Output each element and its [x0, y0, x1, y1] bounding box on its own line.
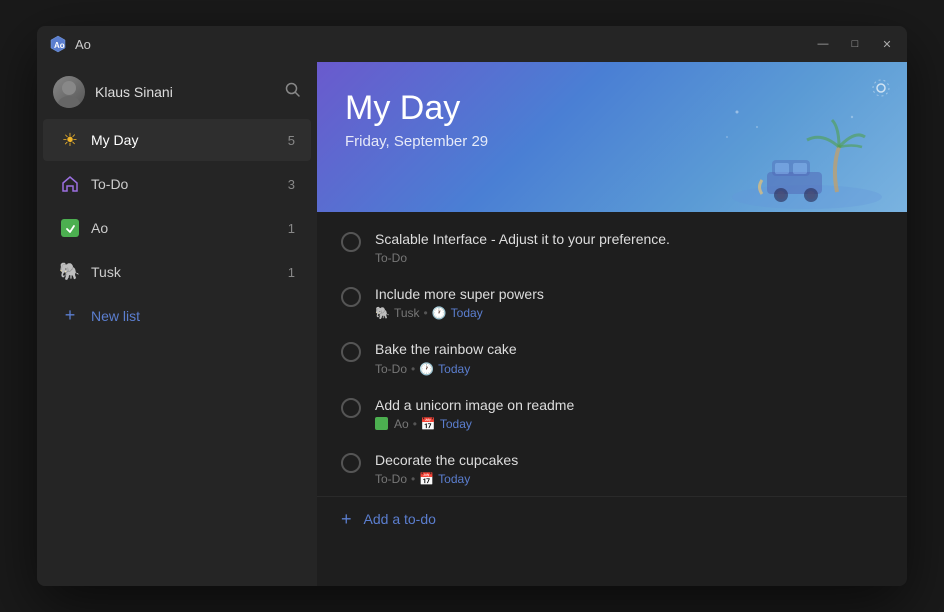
- task-content: Scalable Interface - Adjust it to your p…: [375, 230, 883, 265]
- clock-icon: 🕐: [432, 306, 447, 320]
- main-content: My Day Friday, September 29: [317, 62, 907, 586]
- task-item[interactable]: Decorate the cupcakes To-Do • 📅 Today: [317, 441, 907, 496]
- elephant-icon: 🐘: [59, 261, 81, 283]
- task-content: Decorate the cupcakes To-Do • 📅 Today: [375, 451, 883, 486]
- avatar: [53, 76, 85, 108]
- clock-icon: 🕐: [419, 362, 434, 376]
- task-content: Bake the rainbow cake To-Do • 🕐 Today: [375, 340, 883, 375]
- tasks-list: Scalable Interface - Adjust it to your p…: [317, 212, 907, 586]
- ao-check-icon: [59, 217, 81, 239]
- brightness-icon[interactable]: [869, 76, 893, 106]
- titlebar: Ao Ao — □ ✕: [37, 26, 907, 62]
- sun-icon: ☀: [59, 129, 81, 151]
- sidebar-tusk-label: Tusk: [91, 264, 278, 280]
- add-todo-button[interactable]: + Add a to-do: [317, 496, 907, 542]
- new-list-button[interactable]: + New list: [43, 295, 311, 336]
- user-name: Klaus Sinani: [95, 84, 275, 100]
- task-checkbox[interactable]: [341, 398, 361, 418]
- app-logo-icon: Ao: [49, 35, 67, 53]
- scene-illustration: [707, 92, 887, 212]
- search-icon[interactable]: [285, 82, 301, 103]
- task-list-name: To-Do: [375, 472, 407, 486]
- home-icon: [59, 173, 81, 195]
- user-profile[interactable]: Klaus Sinani: [37, 66, 317, 118]
- task-content: Add a unicorn image on readme Ao • 📅 Tod…: [375, 396, 883, 431]
- task-title: Include more super powers: [375, 285, 883, 303]
- task-item[interactable]: Scalable Interface - Adjust it to your p…: [317, 220, 907, 275]
- header-banner: My Day Friday, September 29: [317, 62, 907, 212]
- svg-text:Ao: Ao: [54, 41, 65, 50]
- task-title: Bake the rainbow cake: [375, 340, 883, 358]
- task-due-today: Today: [438, 472, 470, 486]
- task-checkbox[interactable]: [341, 453, 361, 473]
- task-item[interactable]: Add a unicorn image on readme Ao • 📅 Tod…: [317, 386, 907, 441]
- task-title: Add a unicorn image on readme: [375, 396, 883, 414]
- calendar-icon: 📅: [421, 417, 436, 431]
- window-controls: — □ ✕: [815, 38, 895, 51]
- task-item[interactable]: Include more super powers 🐘 Tusk • 🕐 Tod…: [317, 275, 907, 330]
- task-meta: Ao • 📅 Today: [375, 417, 883, 431]
- sidebar-ao-label: Ao: [91, 220, 278, 236]
- new-list-label: New list: [91, 308, 140, 324]
- task-list-name: Ao: [394, 417, 409, 431]
- ao-check-small-icon: [375, 417, 388, 430]
- close-button[interactable]: ✕: [879, 38, 895, 51]
- task-list-name: To-Do: [375, 251, 407, 265]
- sidebar-item-ao[interactable]: Ao 1: [43, 207, 311, 249]
- maximize-button[interactable]: □: [847, 38, 863, 51]
- sidebar-todo-label: To-Do: [91, 176, 278, 192]
- task-checkbox[interactable]: [341, 287, 361, 307]
- app-body: Klaus Sinani ☀ My Day 5: [37, 62, 907, 586]
- task-list-icon: 🐘: [375, 306, 390, 320]
- sidebar-tusk-count: 1: [288, 265, 295, 280]
- task-meta: 🐘 Tusk • 🕐 Today: [375, 306, 883, 320]
- task-meta: To-Do • 🕐 Today: [375, 362, 883, 376]
- task-checkbox[interactable]: [341, 232, 361, 252]
- separator: •: [424, 306, 428, 320]
- minimize-button[interactable]: —: [815, 38, 831, 51]
- task-content: Include more super powers 🐘 Tusk • 🕐 Tod…: [375, 285, 883, 320]
- plus-icon: +: [59, 305, 81, 326]
- sidebar-my-day-count: 5: [288, 133, 295, 148]
- task-title: Decorate the cupcakes: [375, 451, 883, 469]
- task-title: Scalable Interface - Adjust it to your p…: [375, 230, 883, 248]
- sidebar-item-to-do[interactable]: To-Do 3: [43, 163, 311, 205]
- task-item[interactable]: Bake the rainbow cake To-Do • 🕐 Today: [317, 330, 907, 385]
- sidebar-ao-count: 1: [288, 221, 295, 236]
- sidebar: Klaus Sinani ☀ My Day 5: [37, 62, 317, 586]
- add-todo-label: Add a to-do: [364, 511, 436, 527]
- separator: •: [411, 362, 415, 376]
- task-meta: To-Do: [375, 251, 883, 265]
- calendar-icon: 📅: [419, 472, 434, 486]
- task-due-today: Today: [440, 417, 472, 431]
- separator: •: [413, 417, 417, 431]
- task-due-today: Today: [451, 306, 483, 320]
- sidebar-todo-count: 3: [288, 177, 295, 192]
- sidebar-my-day-label: My Day: [91, 132, 278, 148]
- task-meta: To-Do • 📅 Today: [375, 472, 883, 486]
- app-title: Ao: [75, 37, 815, 52]
- task-due-today: Today: [438, 362, 470, 376]
- task-list-name: To-Do: [375, 362, 407, 376]
- separator: •: [411, 472, 415, 486]
- task-list-name: Tusk: [394, 306, 420, 320]
- add-plus-icon: +: [341, 509, 352, 530]
- sidebar-item-tusk[interactable]: 🐘 Tusk 1: [43, 251, 311, 293]
- app-window: Ao Ao — □ ✕ Klaus Sinani: [37, 26, 907, 586]
- sidebar-item-my-day[interactable]: ☀ My Day 5: [43, 119, 311, 161]
- task-checkbox[interactable]: [341, 342, 361, 362]
